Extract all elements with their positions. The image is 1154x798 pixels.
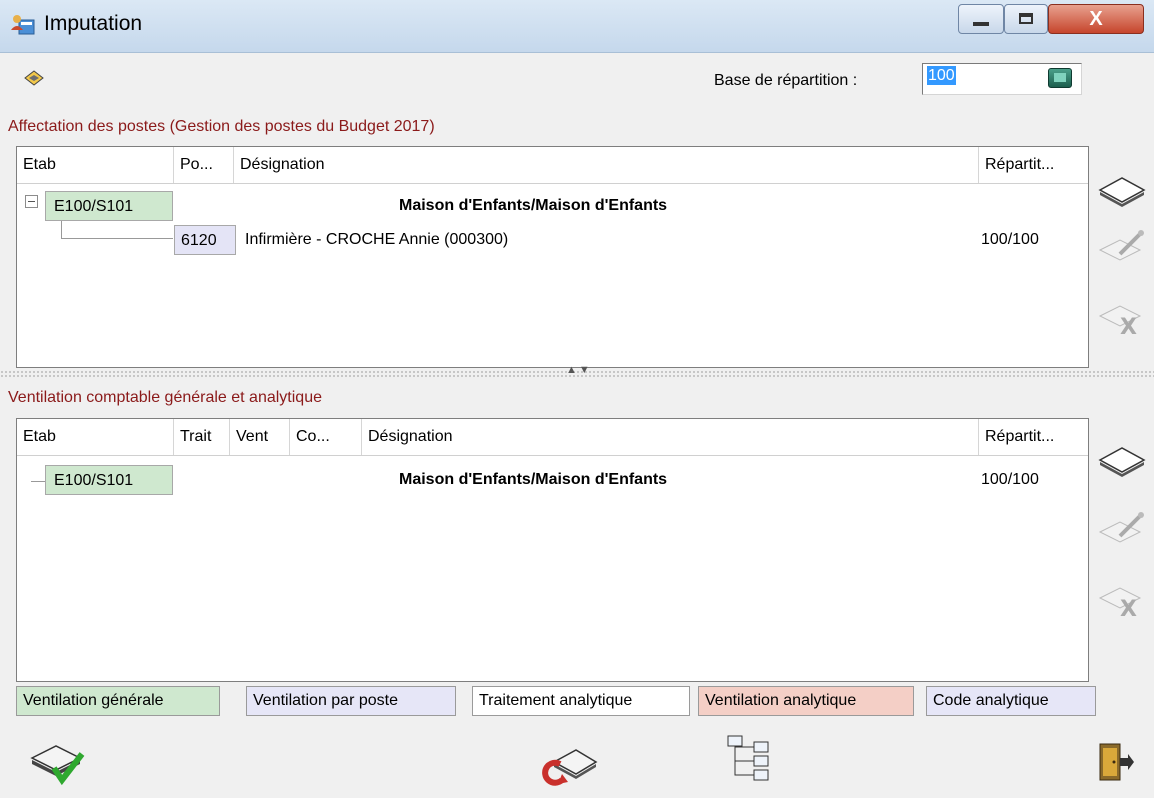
col-trait[interactable]: Trait xyxy=(174,419,230,455)
ventilation-table[interactable]: Etab Trait Vent Co... Désignation Répart… xyxy=(16,418,1089,682)
col-designation[interactable]: Désignation xyxy=(234,147,979,183)
col-repartition[interactable]: Répartit... xyxy=(979,419,1089,455)
poste-cell[interactable]: 6120 xyxy=(174,225,236,255)
title-bar: Imputation X xyxy=(0,0,1154,53)
designation-cell[interactable]: Maison d'Enfants/Maison d'Enfants xyxy=(399,471,667,489)
designation-cell[interactable]: Infirmière - CROCHE Annie (000300) xyxy=(245,231,508,249)
app-icon xyxy=(11,15,35,35)
minimize-icon xyxy=(973,22,989,26)
print-settings-icon[interactable] xyxy=(24,70,44,88)
add-icon[interactable] xyxy=(1096,170,1148,210)
col-code[interactable]: Co... xyxy=(290,419,362,455)
minimize-button[interactable] xyxy=(958,4,1004,34)
legend-traitement-analytique: Traitement analytique xyxy=(472,686,690,716)
calculator-button[interactable] xyxy=(1048,68,1072,88)
affectation-header-row: Etab Po... Désignation Répartit... xyxy=(17,147,1088,184)
col-designation[interactable]: Désignation xyxy=(362,419,979,455)
etab-cell[interactable]: E100/S101 xyxy=(45,191,173,221)
tree-line xyxy=(31,481,45,482)
splitter-arrows-icon[interactable]: ▲▼ xyxy=(566,364,592,376)
tree-line xyxy=(61,238,173,239)
col-repartition[interactable]: Répartit... xyxy=(979,147,1089,183)
close-icon: X xyxy=(1089,8,1103,30)
col-vent[interactable]: Vent xyxy=(230,419,290,455)
designation-cell[interactable]: Maison d'Enfants/Maison d'Enfants xyxy=(399,197,667,215)
tree-line xyxy=(61,219,62,239)
edit-icon[interactable] xyxy=(1096,228,1148,268)
legend-code-analytique: Code analytique xyxy=(926,686,1096,716)
affectation-table[interactable]: Etab Po... Désignation Répartit... E100/… xyxy=(16,146,1089,368)
maximize-button[interactable] xyxy=(1004,4,1048,34)
edit-icon[interactable] xyxy=(1096,510,1148,550)
window-title: Imputation xyxy=(44,12,143,35)
repartition-cell[interactable]: 100/100 xyxy=(981,471,1039,489)
validate-icon[interactable] xyxy=(28,736,88,786)
affectation-section-title: Affectation des postes (Gestion des post… xyxy=(8,118,435,135)
delete-icon[interactable]: X xyxy=(1096,578,1148,618)
svg-text:X: X xyxy=(1120,597,1137,618)
tree-icon[interactable] xyxy=(726,734,772,782)
add-icon[interactable] xyxy=(1096,440,1148,480)
legend-ventilation-par-poste: Ventilation par poste xyxy=(246,686,456,716)
collapse-toggle-icon[interactable] xyxy=(25,195,38,208)
col-etab[interactable]: Etab xyxy=(17,147,174,183)
refresh-icon[interactable] xyxy=(538,740,598,790)
ventilation-header-row: Etab Trait Vent Co... Désignation Répart… xyxy=(17,419,1088,456)
close-button[interactable]: X xyxy=(1048,4,1144,34)
base-repartition-label: Base de répartition : xyxy=(714,72,858,89)
col-poste[interactable]: Po... xyxy=(174,147,234,183)
exit-icon[interactable] xyxy=(1092,740,1136,784)
delete-icon[interactable]: X xyxy=(1096,296,1148,336)
col-etab[interactable]: Etab xyxy=(17,419,174,455)
legend-ventilation-generale: Ventilation générale xyxy=(16,686,220,716)
legend-ventilation-analytique: Ventilation analytique xyxy=(698,686,914,716)
maximize-icon xyxy=(1019,13,1033,24)
svg-text:X: X xyxy=(1120,315,1137,336)
base-repartition-value: 100 xyxy=(927,66,956,85)
etab-cell[interactable]: E100/S101 xyxy=(45,465,173,495)
repartition-cell[interactable]: 100/100 xyxy=(981,231,1039,249)
ventilation-section-title: Ventilation comptable générale et analyt… xyxy=(8,389,322,406)
